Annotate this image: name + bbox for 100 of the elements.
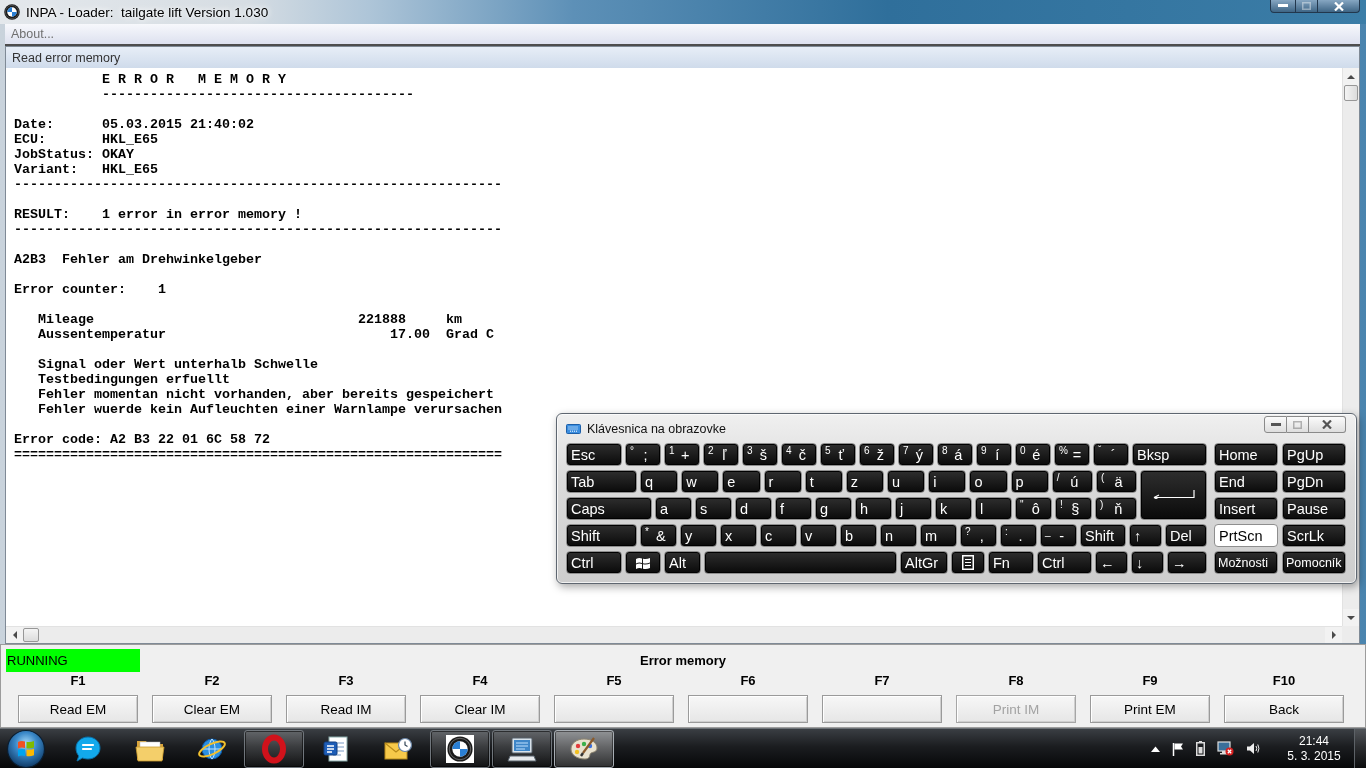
keyboard-key[interactable]: / ú — [1051, 470, 1093, 493]
keyboard-key[interactable]: ↑ — [1129, 524, 1162, 547]
function-key-button[interactable] — [822, 695, 942, 723]
scroll-up-button[interactable] — [1343, 68, 1359, 85]
keyboard-key[interactable]: 9 í — [976, 443, 1012, 466]
keyboard-key[interactable]: r — [763, 470, 802, 493]
keyboard-key[interactable]: v — [800, 524, 837, 547]
keyboard-key[interactable]: i — [928, 470, 967, 493]
keyboard-key[interactable]: t — [804, 470, 843, 493]
keyboard-key[interactable]: 8 á — [937, 443, 973, 466]
keyboard-key[interactable]: ? , — [960, 524, 997, 547]
keyboard-key[interactable]: 3 š — [742, 443, 778, 466]
keyboard-key[interactable]: a — [655, 497, 692, 520]
keyboard-key[interactable]: Ctrl — [566, 551, 622, 574]
keyboard-key[interactable]: Del — [1165, 524, 1207, 547]
keyboard-key[interactable]: 0 é — [1015, 443, 1051, 466]
keyboard-key[interactable]: u — [887, 470, 926, 493]
keyboard-key[interactable]: h — [855, 497, 892, 520]
keyboard-key[interactable]: Esc — [566, 443, 622, 466]
keyboard-key[interactable]: Shift — [566, 524, 637, 547]
space-bar[interactable] — [704, 551, 897, 574]
keyboard-key[interactable]: s — [695, 497, 732, 520]
keyboard-key[interactable]: ScrLk — [1282, 524, 1346, 547]
keyboard-key[interactable]: End — [1214, 470, 1278, 493]
function-key-button[interactable]: Clear IM — [420, 695, 540, 723]
flag-icon[interactable] — [1172, 741, 1184, 756]
keyboard-key[interactable]: j — [895, 497, 932, 520]
clock-time[interactable]: 21:44 — [1299, 733, 1329, 749]
keyboard-key[interactable]: " ô — [1015, 497, 1052, 520]
keyboard-key[interactable]: x — [720, 524, 757, 547]
function-key-button[interactable] — [554, 695, 674, 723]
keyboard-key[interactable]: 7 ý — [898, 443, 934, 466]
keyboard-key[interactable]: g — [815, 497, 852, 520]
scrollbar-thumb[interactable] — [23, 628, 39, 642]
function-key-button[interactable] — [688, 695, 808, 723]
keyboard-key[interactable]: c — [760, 524, 797, 547]
keyboard-key[interactable]: q — [640, 470, 679, 493]
keyboard-key[interactable]: % = — [1054, 443, 1090, 466]
keyboard-key[interactable]: 1 + — [664, 443, 700, 466]
network-icon[interactable] — [1217, 741, 1234, 756]
keyboard-key[interactable] — [951, 551, 985, 574]
horizontal-scrollbar[interactable] — [6, 626, 1342, 643]
clock-date[interactable]: 5. 3. 2015 — [1287, 748, 1341, 764]
keyboard-key[interactable]: ! § — [1055, 497, 1092, 520]
keyboard-key[interactable]: 6 ž — [859, 443, 895, 466]
keyboard-key[interactable]: : . — [1000, 524, 1037, 547]
taskbar-button[interactable] — [554, 729, 614, 768]
function-key-button[interactable]: Print EM — [1090, 695, 1210, 723]
keyboard-key[interactable]: Caps — [566, 497, 652, 520]
show-desktop-button[interactable] — [1354, 729, 1366, 768]
keyboard-key[interactable]: b — [840, 524, 877, 547]
keyboard-key[interactable] — [625, 551, 661, 574]
scroll-left-button[interactable] — [6, 627, 23, 643]
keyboard-key[interactable]: Tab — [566, 470, 637, 493]
keyboard-key[interactable]: Pause — [1282, 497, 1346, 520]
keyboard-key[interactable]: y — [680, 524, 717, 547]
keyboard-key[interactable]: k — [935, 497, 972, 520]
function-key-button[interactable]: Read IM — [286, 695, 406, 723]
keyboard-key[interactable]: 4 č — [781, 443, 817, 466]
battery-icon[interactable] — [1196, 741, 1205, 756]
taskbar-button[interactable] — [430, 729, 490, 768]
keyboard-key[interactable]: PgDn — [1282, 470, 1346, 493]
keyboard-key[interactable]: Pomocník — [1282, 551, 1346, 574]
keyboard-key[interactable]: ← — [1095, 551, 1128, 574]
function-key-button[interactable]: Clear EM — [152, 695, 272, 723]
scroll-right-button[interactable] — [1325, 627, 1342, 643]
keyboard-key[interactable]: z — [845, 470, 885, 493]
keyboard-key[interactable]: Možnosti — [1214, 551, 1278, 574]
keyboard-key[interactable]: w — [681, 470, 720, 493]
function-key-button[interactable]: Read EM — [18, 695, 138, 723]
keyboard-key[interactable]: 5 ť — [820, 443, 856, 466]
keyboard-key[interactable]: p — [1010, 470, 1049, 493]
keyboard-key[interactable]: Alt — [664, 551, 701, 574]
keyboard-key[interactable]: o — [969, 470, 1008, 493]
keyboard-key[interactable]: d — [735, 497, 772, 520]
keyboard-key[interactable]: f — [775, 497, 812, 520]
keyboard-key[interactable]: Home — [1214, 443, 1278, 466]
minimize-button[interactable] — [1264, 416, 1287, 433]
speaker-icon[interactable] — [1246, 742, 1260, 755]
keyboard-key[interactable]: Ctrl — [1037, 551, 1092, 574]
keyboard-key[interactable]: ˇ ´ — [1093, 443, 1129, 466]
keyboard-key[interactable]: ) ň — [1095, 497, 1137, 520]
keyboard-key[interactable]: e — [722, 470, 761, 493]
keyboard-key[interactable]: * & — [640, 524, 677, 547]
keyboard-key[interactable]: l — [975, 497, 1012, 520]
keyboard-key[interactable]: PgUp — [1282, 443, 1346, 466]
keyboard-key[interactable]: _ - — [1040, 524, 1077, 547]
keyboard-key[interactable]: → — [1167, 551, 1207, 574]
scrollbar-thumb[interactable] — [1344, 85, 1358, 101]
keyboard-key[interactable]: 2 ľ — [703, 443, 739, 466]
chevron-up-icon[interactable] — [1151, 745, 1160, 752]
keyboard-key[interactable]: Bksp — [1132, 443, 1207, 466]
scroll-down-button[interactable] — [1343, 609, 1359, 626]
keyboard-key[interactable]: m — [920, 524, 957, 547]
minimize-button[interactable] — [1270, 0, 1296, 13]
start-orb-icon[interactable] — [6, 728, 46, 768]
keyboard-key[interactable]: PrtScn — [1214, 524, 1278, 547]
enter-key[interactable] — [1140, 470, 1207, 520]
taskbar-button[interactable] — [492, 729, 552, 768]
keyboard-key[interactable]: ° ; — [625, 443, 661, 466]
